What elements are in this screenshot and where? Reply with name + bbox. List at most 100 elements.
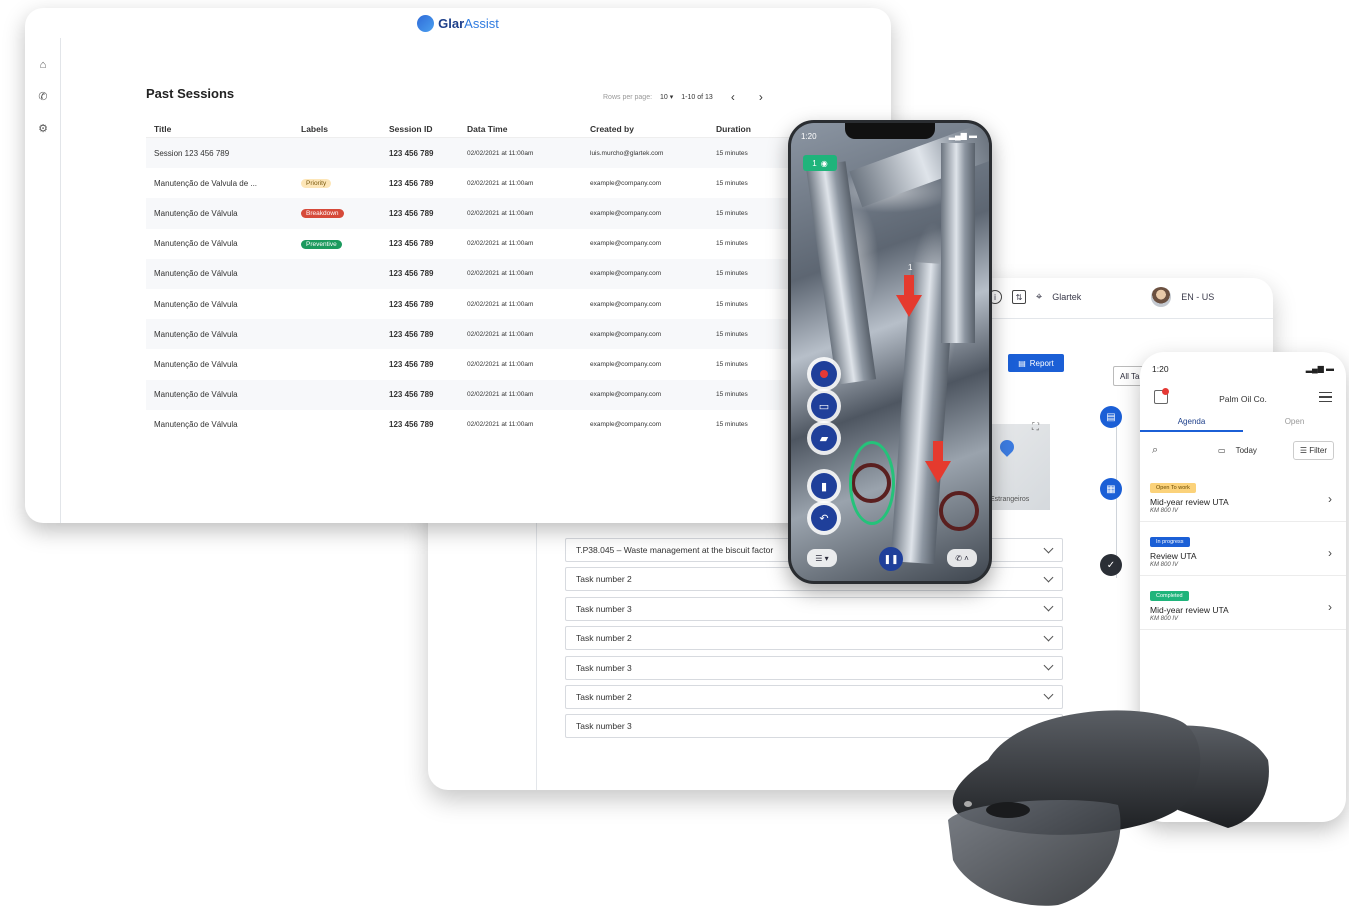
rows-per-page-select[interactable]: 10 ▾ bbox=[660, 93, 673, 101]
task-row[interactable]: Task number 3 bbox=[565, 596, 1063, 621]
chevron-right-icon[interactable]: › bbox=[1328, 600, 1332, 614]
session-duration: 15 minutes bbox=[716, 149, 748, 157]
task-row[interactable]: Task number 2 bbox=[565, 626, 1063, 651]
column-header[interactable]: Labels bbox=[301, 124, 389, 134]
marker-number: 1 bbox=[908, 263, 913, 272]
pagination: Rows per page: 10 ▾ 1-10 of 13 ‹ › bbox=[603, 90, 763, 104]
valve-wheel bbox=[939, 491, 979, 531]
session-date-time: 02/02/2021 at 11:00am bbox=[467, 300, 534, 308]
column-header[interactable]: Duration bbox=[716, 124, 796, 134]
session-id: 123 456 789 bbox=[389, 420, 434, 430]
chevron-down-icon[interactable] bbox=[1043, 690, 1054, 700]
session-duration: 15 minutes bbox=[716, 240, 748, 248]
session-date-time: 02/02/2021 at 11:00am bbox=[467, 391, 534, 399]
pause-button[interactable]: ❚❚ bbox=[879, 547, 903, 571]
document-icon[interactable]: ▤ bbox=[1100, 406, 1122, 428]
chevron-down-icon[interactable] bbox=[1043, 572, 1054, 583]
status-badge: Completed bbox=[1150, 591, 1189, 601]
session-title: Manutenção de Válvula bbox=[154, 390, 238, 400]
session-duration: 15 minutes bbox=[716, 391, 748, 399]
rows-per-page-label: Rows per page: bbox=[603, 93, 653, 101]
task-row[interactable]: Task number 3 bbox=[565, 655, 1063, 680]
page-title: Past Sessions bbox=[146, 86, 235, 101]
table-body: Session 123 456 789 123 456 789 02/02/2021… bbox=[146, 138, 826, 440]
prev-page-button[interactable]: ‹ bbox=[731, 90, 735, 104]
agenda-card[interactable]: Open To work Mid-year review UTA KM 800 … bbox=[1140, 470, 1346, 522]
column-header[interactable]: Data Time bbox=[467, 124, 590, 134]
layers-menu-button[interactable]: ☰ ▾ bbox=[807, 549, 837, 567]
filter-button[interactable]: ☰ Filter bbox=[1292, 440, 1334, 460]
session-duration: 15 minutes bbox=[716, 209, 748, 217]
chevron-down-icon[interactable] bbox=[1043, 601, 1054, 612]
column-header[interactable]: Created by bbox=[590, 124, 716, 134]
map-label: Estrangeiros bbox=[990, 496, 1030, 503]
task-title: Task number 3 bbox=[576, 603, 632, 614]
grid-icon[interactable]: ▦ bbox=[1100, 478, 1122, 500]
session-label-cell: Priority bbox=[301, 178, 389, 189]
table-row[interactable]: Manutenção de Válvula Breakdown 123 456 78… bbox=[146, 198, 826, 229]
phone-notch bbox=[845, 123, 935, 139]
call-button[interactable]: ✆ ˄ bbox=[947, 549, 977, 567]
page-range: 1-10 of 13 bbox=[681, 93, 713, 101]
ar-arrow-marker bbox=[925, 461, 951, 483]
language-label[interactable]: EN - US bbox=[1181, 292, 1214, 302]
task-title: Task number 2 bbox=[576, 574, 632, 585]
session-id: 123 456 789 bbox=[389, 359, 434, 369]
session-created-by: example@company.com bbox=[590, 360, 662, 368]
table-row[interactable]: Manutenção de Válvula 123 456 789 02/02/20… bbox=[146, 349, 826, 379]
chevron-down-icon[interactable] bbox=[1043, 631, 1054, 642]
table-row[interactable]: Manutenção de Válvula 123 456 789 02/02/20… bbox=[146, 319, 826, 350]
ar-arrow-shaft bbox=[904, 275, 914, 297]
agenda-card[interactable]: Completed Mid-year review UTA KM 800 IV … bbox=[1140, 578, 1346, 630]
session-date-time: 02/02/2021 at 11:00am bbox=[467, 240, 534, 248]
avatar[interactable] bbox=[1151, 287, 1172, 307]
session-title: Manutenção de Válvula bbox=[154, 420, 238, 430]
search-icon[interactable]: ⌕ bbox=[1152, 444, 1192, 457]
record-button[interactable] bbox=[811, 361, 837, 387]
home-icon[interactable]: ⌂ bbox=[36, 58, 50, 72]
next-page-button[interactable]: › bbox=[759, 90, 763, 104]
agenda-card[interactable]: In progress Review UTA KM 800 IV › bbox=[1140, 524, 1346, 576]
undo-button[interactable]: ↶ bbox=[811, 505, 837, 531]
delete-button[interactable]: ▮ bbox=[811, 473, 837, 499]
today-button[interactable]: Today bbox=[1236, 446, 1257, 455]
session-title: Manutenção de Valvula de ... bbox=[154, 178, 258, 188]
sort-icon[interactable]: ⇅ bbox=[1012, 290, 1026, 304]
chat-button[interactable]: ▭ bbox=[811, 393, 837, 419]
chevron-right-icon[interactable]: › bbox=[1328, 546, 1332, 560]
brand-prefix: Glar bbox=[438, 15, 465, 31]
session-label-cell: Breakdown bbox=[301, 208, 389, 219]
session-title: Manutenção de Válvula bbox=[154, 299, 238, 309]
table-row[interactable]: Manutenção de Valvula de ... Priority 123 … bbox=[146, 168, 826, 198]
table-row[interactable]: Manutenção de Válvula 123 456 789 02/02/20… bbox=[146, 410, 826, 440]
chevron-right-icon[interactable]: › bbox=[1328, 492, 1332, 506]
ar-toolbar: ▭ ▰ ▮ ↶ bbox=[807, 353, 843, 553]
signal-icon: ▂▄▆ ▬ bbox=[1305, 364, 1334, 373]
table-row[interactable]: Manutenção de Válvula 123 456 789 02/02/20… bbox=[146, 289, 826, 319]
session-duration: 15 minutes bbox=[716, 330, 748, 338]
pipe-graphic bbox=[941, 143, 975, 343]
session-id: 123 456 789 bbox=[389, 299, 434, 309]
chevron-down-icon[interactable] bbox=[1043, 543, 1054, 553]
table-row[interactable]: Manutenção de Válvula 123 456 789 02/02/20… bbox=[146, 258, 826, 289]
table-row[interactable]: Manutenção de Válvula 123 456 789 02/02/20… bbox=[146, 379, 826, 410]
chevron-down-icon[interactable] bbox=[1043, 660, 1054, 671]
table-row[interactable]: Session 123 456 789 123 456 789 02/02/2021… bbox=[146, 138, 826, 169]
expand-icon[interactable]: ⛶ bbox=[1032, 422, 1039, 433]
column-header[interactable]: Title bbox=[146, 124, 301, 134]
session-title: Manutenção de Válvula bbox=[154, 329, 238, 339]
hamburger-menu-icon[interactable] bbox=[1319, 392, 1332, 402]
report-button[interactable]: ▤ Report bbox=[1008, 354, 1064, 372]
phone-icon[interactable]: ✆ bbox=[36, 89, 50, 103]
undo-icon: ↶ bbox=[819, 512, 829, 525]
column-header[interactable]: Session ID bbox=[389, 124, 467, 134]
gear-icon[interactable]: ⚙ bbox=[36, 121, 50, 135]
folder-button[interactable]: ▰ bbox=[811, 425, 837, 451]
pause-icon: ❚❚ bbox=[883, 553, 899, 564]
mobile-tabs: Agenda Open bbox=[1140, 414, 1346, 432]
tab-agenda[interactable]: Agenda bbox=[1140, 414, 1243, 432]
table-row[interactable]: Manutenção de Válvula Preventive 123 456 7… bbox=[146, 229, 826, 259]
check-icon[interactable]: ✓ bbox=[1100, 554, 1122, 576]
tab-open[interactable]: Open bbox=[1243, 414, 1346, 432]
task-title: Task number 3 bbox=[576, 721, 632, 732]
